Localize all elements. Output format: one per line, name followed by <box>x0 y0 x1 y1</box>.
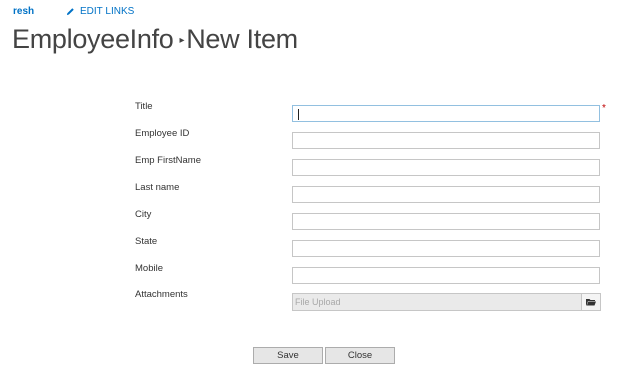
mobile-input[interactable] <box>292 267 600 284</box>
site-link[interactable]: resh <box>13 6 34 17</box>
required-marker: * <box>602 103 606 114</box>
file-upload-input[interactable]: File Upload <box>292 293 582 311</box>
emp-firstname-input[interactable] <box>292 159 600 176</box>
form-row-city: City <box>0 209 624 233</box>
form-row-attachments: Attachments File Upload <box>0 289 624 313</box>
state-input[interactable] <box>292 240 600 257</box>
form-row-last-name: Last name <box>0 182 624 206</box>
field-label: Mobile <box>135 263 163 274</box>
edit-links-label: EDIT LINKS <box>80 6 135 17</box>
form-row-mobile: Mobile <box>0 263 624 287</box>
field-label: City <box>135 209 152 220</box>
edit-links-link[interactable]: EDIT LINKS <box>66 6 134 17</box>
form-row-title: Title * <box>0 101 624 125</box>
pencil-icon <box>66 8 74 16</box>
folder-icon <box>586 299 596 306</box>
employee-id-input[interactable] <box>292 132 600 149</box>
form-row-employee-id: Employee ID <box>0 128 624 152</box>
field-label: State <box>135 236 158 247</box>
save-button[interactable]: Save <box>253 347 323 364</box>
page-subtitle: New Item <box>186 24 298 54</box>
last-name-input[interactable] <box>292 186 600 203</box>
field-label: Employee ID <box>135 128 190 139</box>
browse-button[interactable] <box>581 293 601 311</box>
form-row-emp-firstname: Emp FirstName <box>0 155 624 179</box>
city-input[interactable] <box>292 213 600 230</box>
field-label: Last name <box>135 182 180 193</box>
triangle-right-icon: ▸ <box>179 35 185 47</box>
field-label: Attachments <box>135 289 188 300</box>
field-label: Title <box>135 101 153 112</box>
title-input[interactable] <box>292 105 600 122</box>
field-label: Emp FirstName <box>135 155 201 166</box>
close-button[interactable]: Close <box>325 347 395 364</box>
form-row-state: State <box>0 236 624 260</box>
page-title: EmployeeInfo ▸New Item <box>12 24 298 55</box>
list-name: EmployeeInfo <box>12 24 174 54</box>
